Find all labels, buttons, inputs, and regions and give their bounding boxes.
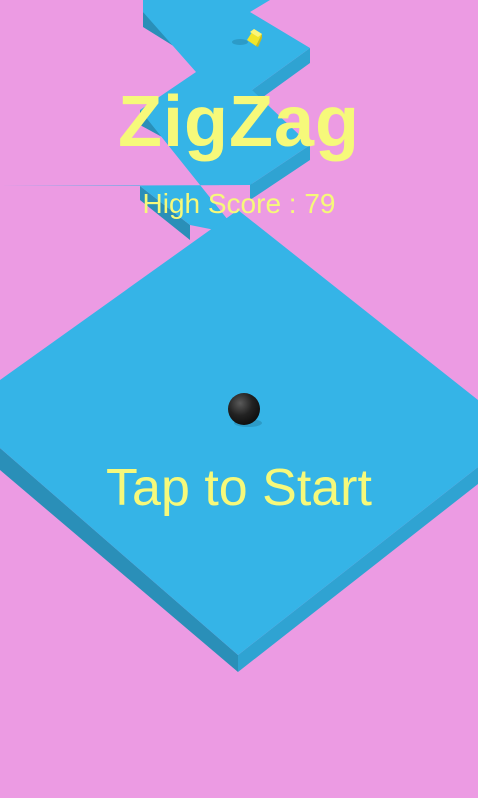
ball-icon — [228, 393, 260, 425]
game-title: ZigZag — [118, 82, 360, 162]
high-score-label: High Score : 79 — [142, 188, 336, 219]
gem-shadow — [232, 39, 248, 45]
tap-to-start-prompt[interactable]: Tap to Start — [0, 462, 478, 514]
